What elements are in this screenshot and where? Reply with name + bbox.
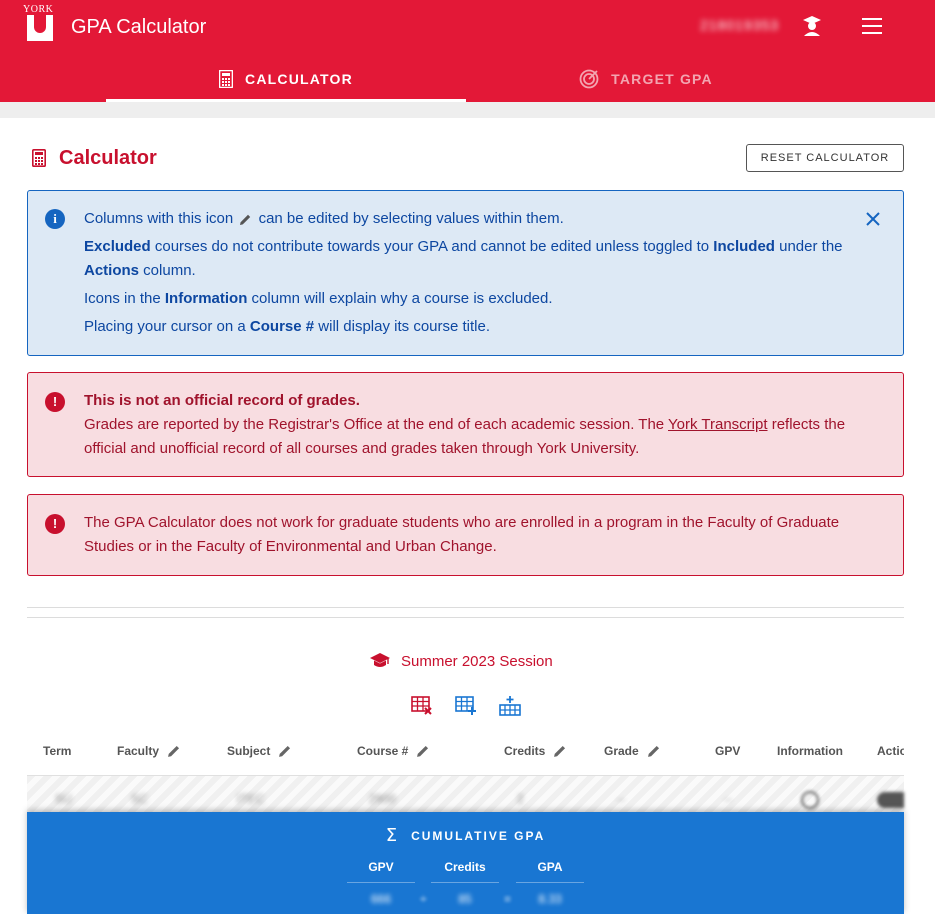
divider — [27, 607, 904, 608]
divider — [27, 617, 904, 618]
info-text: will display its course title. — [314, 318, 491, 335]
reset-calculator-button[interactable]: RESET CALCULATOR — [746, 144, 904, 172]
column-header-credits: Credits — [504, 744, 567, 758]
app-header: YORK GPA Calculator 218019353 CALCULATOR… — [0, 0, 935, 102]
alert-text: The GPA Calculator does not work for gra… — [84, 514, 840, 555]
pencil-icon[interactable] — [416, 744, 430, 758]
alert-heading: This is not an official record of grades… — [84, 392, 360, 409]
cell-faculty[interactable]: SC — [131, 792, 148, 806]
hamburger-menu-icon[interactable] — [862, 18, 882, 34]
info-text: Icons in the — [84, 290, 165, 307]
tab-label: CALCULATOR — [245, 71, 353, 87]
column-header-gpv: GPV — [715, 744, 741, 758]
york-transcript-link[interactable]: York Transcript — [668, 416, 768, 433]
cumulative-gpa-title: Σ CUMULATIVE GPA — [27, 825, 904, 846]
info-text: Columns with this icon — [84, 210, 234, 227]
column-header-information: Information — [777, 744, 843, 758]
cumulative-credits-value: 85 — [458, 892, 472, 906]
info-bold: Actions — [84, 262, 140, 279]
pencil-icon[interactable] — [278, 744, 292, 758]
session-heading: Summer 2023 Session — [369, 652, 553, 670]
pencil-icon[interactable] — [167, 744, 181, 758]
pencil-icon — [240, 214, 251, 225]
student-id: 218019353 — [700, 17, 780, 33]
info-bold: Information — [164, 290, 248, 307]
column-header-faculty: Faculty — [117, 744, 181, 758]
cumulative-header-credits: Credits — [431, 860, 499, 883]
alert-body: This is not an official record of grades… — [84, 389, 863, 461]
cumulative-header-gpa: GPA — [516, 860, 584, 883]
tab-label: TARGET GPA — [611, 71, 713, 87]
exclamation-icon: ! — [45, 514, 65, 534]
info-text: Placing your cursor on a — [84, 318, 250, 335]
exclamation-icon: ! — [45, 392, 65, 412]
column-header-grade: Grade — [604, 744, 661, 758]
target-icon — [579, 69, 599, 89]
info-bold: Course # — [249, 318, 315, 335]
cumulative-gpa-value: 8.33 — [538, 892, 562, 906]
pencil-icon[interactable] — [553, 744, 567, 758]
close-icon[interactable] — [865, 211, 881, 227]
cell-course-number[interactable]: 2900 — [369, 792, 396, 806]
delete-table-icon[interactable] — [411, 696, 433, 716]
page-title: Calculator — [59, 147, 157, 169]
unofficial-record-alert: ! This is not an official record of grad… — [27, 372, 904, 477]
header-shadow-band — [0, 102, 935, 118]
pencil-icon[interactable] — [647, 744, 661, 758]
graduation-cap-icon — [370, 653, 390, 667]
cumulative-header-gpv: GPV — [347, 860, 415, 883]
student-icon[interactable] — [802, 15, 822, 37]
cumulative-title-text: CUMULATIVE GPA — [411, 828, 546, 843]
include-toggle[interactable] — [877, 792, 904, 808]
logo-u-mark — [27, 15, 53, 41]
cell-subject[interactable]: ITEC — [237, 792, 264, 806]
cumulative-gpa-panel: Σ CUMULATIVE GPA GPV Credits GPA 666 ÷ 8… — [27, 812, 904, 914]
add-row-icon[interactable] — [499, 696, 521, 716]
add-table-icon[interactable] — [455, 696, 477, 716]
column-header-term: Term — [43, 744, 72, 758]
info-text: can be edited by selecting values within… — [258, 210, 564, 227]
info-text: column. — [139, 262, 196, 279]
calculator-icon — [32, 149, 46, 167]
app-title: GPA Calculator — [71, 16, 207, 38]
column-header-subject: Subject — [227, 744, 292, 758]
info-circle-icon[interactable] — [800, 790, 820, 810]
session-title: Summer 2023 Session — [401, 652, 553, 670]
calculator-icon — [219, 70, 234, 88]
info-text: column will explain why a course is excl… — [247, 290, 553, 307]
tab-calculator[interactable]: CALCULATOR — [106, 58, 466, 100]
divide-operator: ÷ — [420, 892, 427, 906]
cell-gpv: -- — [724, 792, 732, 806]
info-text: under the — [774, 238, 843, 255]
cell-grade[interactable]: -- — [617, 792, 625, 806]
info-alert-body: Columns with this icon can be edited by … — [84, 207, 863, 343]
cell-term: SU — [55, 792, 72, 806]
sigma-icon: Σ — [385, 825, 400, 846]
info-bold: Included — [713, 238, 775, 255]
york-logo[interactable]: YORK — [22, 4, 58, 42]
tab-target-gpa[interactable]: TARGET GPA — [466, 58, 826, 100]
cell-credits[interactable]: 2 — [517, 792, 524, 806]
column-header-actions: Actio — [877, 744, 904, 758]
info-icon: i — [45, 209, 65, 229]
column-header-course-number: Course # — [357, 744, 430, 758]
info-bold: Excluded — [84, 238, 151, 255]
equals-operator: = — [504, 892, 512, 906]
logo-text: YORK — [23, 4, 54, 15]
info-alert: i Columns with this icon can be edited b… — [27, 190, 904, 356]
alert-text: Grades are reported by the Registrar's O… — [84, 416, 669, 433]
info-text: courses do not contribute towards your G… — [150, 238, 714, 255]
cumulative-gpv-value: 666 — [370, 892, 392, 906]
graduate-students-alert: ! The GPA Calculator does not work for g… — [27, 494, 904, 576]
